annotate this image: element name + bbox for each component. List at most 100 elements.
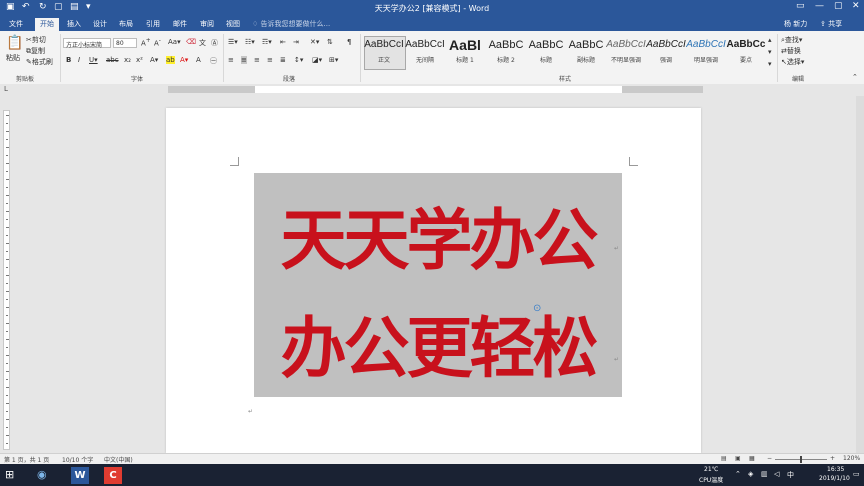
- shrink-font-icon[interactable]: A-: [154, 38, 161, 47]
- style-heading-1[interactable]: AaBl 标题 1: [445, 38, 485, 64]
- print-layout-icon[interactable]: ▣: [735, 455, 741, 462]
- tab-review[interactable]: 审阅: [200, 19, 214, 29]
- clear-format-icon[interactable]: ⌫: [186, 38, 196, 46]
- style-intense-emphasis[interactable]: AaBbCcI 明显强调: [686, 38, 726, 64]
- network-icon[interactable]: ▥: [761, 470, 768, 478]
- multilevel-list-icon[interactable]: ☶▾: [262, 38, 272, 46]
- tab-design[interactable]: 设计: [93, 19, 107, 29]
- input-method-icon[interactable]: 中: [787, 470, 794, 480]
- gallery-more-icon[interactable]: ▾: [768, 60, 772, 68]
- style-subtitle[interactable]: AaBbC 副标题: [566, 38, 606, 64]
- user-account[interactable]: 杨 新力: [784, 19, 807, 29]
- style-heading-2[interactable]: AaBbC 标题 2: [486, 38, 526, 64]
- zoom-level[interactable]: 120%: [843, 455, 860, 462]
- tray-app-icon[interactable]: ◈: [748, 470, 753, 478]
- bullets-icon[interactable]: ☰▾: [228, 38, 238, 46]
- tab-selector-icon[interactable]: L: [4, 85, 8, 93]
- font-name-box[interactable]: 方正小标宋简: [63, 38, 111, 49]
- zoom-in-icon[interactable]: +: [830, 455, 835, 462]
- style-title[interactable]: AaBbC 标题: [526, 38, 566, 64]
- paste-icon[interactable]: 📋: [6, 35, 23, 51]
- paste-button[interactable]: 粘贴: [6, 53, 20, 63]
- strikethrough-icon[interactable]: abc: [106, 56, 119, 64]
- subscript-icon[interactable]: x₂: [124, 56, 131, 64]
- chinese-layout-icon[interactable]: ✕▾: [310, 38, 319, 46]
- cut-button[interactable]: ✂剪切: [26, 35, 46, 45]
- windows-start-icon[interactable]: ⊞: [5, 468, 14, 481]
- maximize-icon[interactable]: ▢: [834, 1, 843, 11]
- clock-date[interactable]: 2019/1/10: [819, 475, 850, 482]
- enclose-char-icon[interactable]: ㊀: [210, 56, 217, 66]
- font-color-icon[interactable]: A▾: [180, 56, 188, 64]
- language-indicator[interactable]: 中文(中国): [104, 455, 133, 464]
- tray-expand-icon[interactable]: ⌃: [735, 470, 741, 478]
- format-painter-button[interactable]: ✎格式刷: [26, 57, 53, 67]
- word-taskbar-icon[interactable]: W: [71, 467, 89, 484]
- app-icon[interactable]: ◉: [37, 468, 47, 481]
- italic-icon[interactable]: I: [78, 56, 80, 64]
- tab-file[interactable]: 文件: [9, 19, 23, 29]
- highlight-icon[interactable]: ab: [166, 56, 175, 64]
- volume-icon[interactable]: ◁: [774, 470, 779, 478]
- text-shape[interactable]: 天天学办公 办公更轻松: [254, 173, 622, 397]
- tab-mailings[interactable]: 邮件: [173, 19, 187, 29]
- minimize-icon[interactable]: —: [815, 1, 824, 11]
- align-right-icon[interactable]: ≡: [254, 56, 260, 64]
- style-subtle-emphasis[interactable]: AaBbCcI 不明显强调: [606, 38, 646, 64]
- ruler-tick: [6, 347, 8, 348]
- read-mode-icon[interactable]: ▤: [721, 455, 727, 462]
- char-border-icon[interactable]: Ⓐ: [211, 38, 218, 48]
- find-button[interactable]: ⌕查找▾: [781, 35, 802, 45]
- char-shading-icon[interactable]: A: [196, 56, 201, 64]
- style-normal[interactable]: AaBbCcI 正文: [364, 38, 404, 64]
- tab-home[interactable]: 开始: [35, 18, 59, 31]
- gallery-up-icon[interactable]: ▴: [768, 36, 772, 44]
- line-spacing-icon[interactable]: ↕▾: [294, 56, 303, 64]
- zoom-out-icon[interactable]: −: [767, 455, 772, 462]
- grow-font-icon[interactable]: A+: [141, 38, 151, 47]
- shading-icon[interactable]: ◪▾: [312, 56, 322, 64]
- ribbon-options-icon[interactable]: ▭: [796, 1, 805, 11]
- change-case-icon[interactable]: Aa▾: [168, 38, 181, 46]
- distributed-icon[interactable]: ≣: [280, 56, 286, 64]
- tab-view[interactable]: 视图: [226, 19, 240, 29]
- underline-icon[interactable]: U▾: [89, 56, 98, 64]
- close-icon[interactable]: ✕: [852, 1, 860, 11]
- page-count[interactable]: 第 1 页，共 1 页: [4, 455, 49, 464]
- sort-icon[interactable]: ⇅: [327, 38, 333, 46]
- copy-button[interactable]: ⧉复制: [26, 46, 45, 56]
- gallery-down-icon[interactable]: ▾: [768, 48, 772, 56]
- tab-layout[interactable]: 布局: [119, 19, 133, 29]
- tab-references[interactable]: 引用: [146, 19, 160, 29]
- tab-insert[interactable]: 插入: [67, 19, 81, 29]
- numbering-icon[interactable]: ☷▾: [245, 38, 255, 46]
- word-count[interactable]: 10/10 个字: [62, 455, 93, 464]
- select-button[interactable]: ↖选择▾: [781, 57, 804, 67]
- replace-button[interactable]: ⇄替换: [781, 46, 801, 56]
- collapse-ribbon-icon[interactable]: ⌃: [852, 73, 858, 81]
- style-emphasis[interactable]: AaBbCcI 强调: [646, 38, 686, 64]
- justify-icon[interactable]: ≡: [267, 56, 273, 64]
- vertical-ruler[interactable]: [3, 110, 10, 450]
- phonetic-guide-icon[interactable]: 文: [199, 38, 206, 48]
- clock-time[interactable]: 16:35: [827, 466, 844, 473]
- vertical-scrollbar[interactable]: [856, 96, 864, 453]
- bold-icon[interactable]: B: [66, 56, 71, 64]
- zoom-slider-thumb[interactable]: [800, 456, 802, 463]
- show-marks-icon[interactable]: ¶: [347, 38, 351, 46]
- decrease-indent-icon[interactable]: ⇤: [280, 38, 286, 46]
- tell-me-box[interactable]: ♢ 告诉我您想要做什么...: [252, 19, 330, 29]
- align-left-icon[interactable]: ≡: [228, 56, 234, 64]
- recorder-taskbar-icon[interactable]: C: [104, 467, 122, 484]
- web-layout-icon[interactable]: ▦: [749, 455, 755, 462]
- text-effects-icon[interactable]: A▾: [150, 56, 158, 64]
- style-strong[interactable]: AaBbCc 要点: [726, 38, 766, 64]
- increase-indent-icon[interactable]: ⇥: [293, 38, 299, 46]
- borders-icon[interactable]: ⊞▾: [329, 56, 338, 64]
- align-center-icon[interactable]: ≡: [241, 56, 247, 64]
- font-size-box[interactable]: 80: [113, 38, 137, 48]
- superscript-icon[interactable]: x²: [136, 56, 143, 64]
- style-no-spacing[interactable]: AaBbCcI 无间隔: [405, 38, 445, 64]
- share-button[interactable]: ⇪ 共享: [820, 19, 842, 29]
- notifications-icon[interactable]: ▭: [853, 470, 860, 478]
